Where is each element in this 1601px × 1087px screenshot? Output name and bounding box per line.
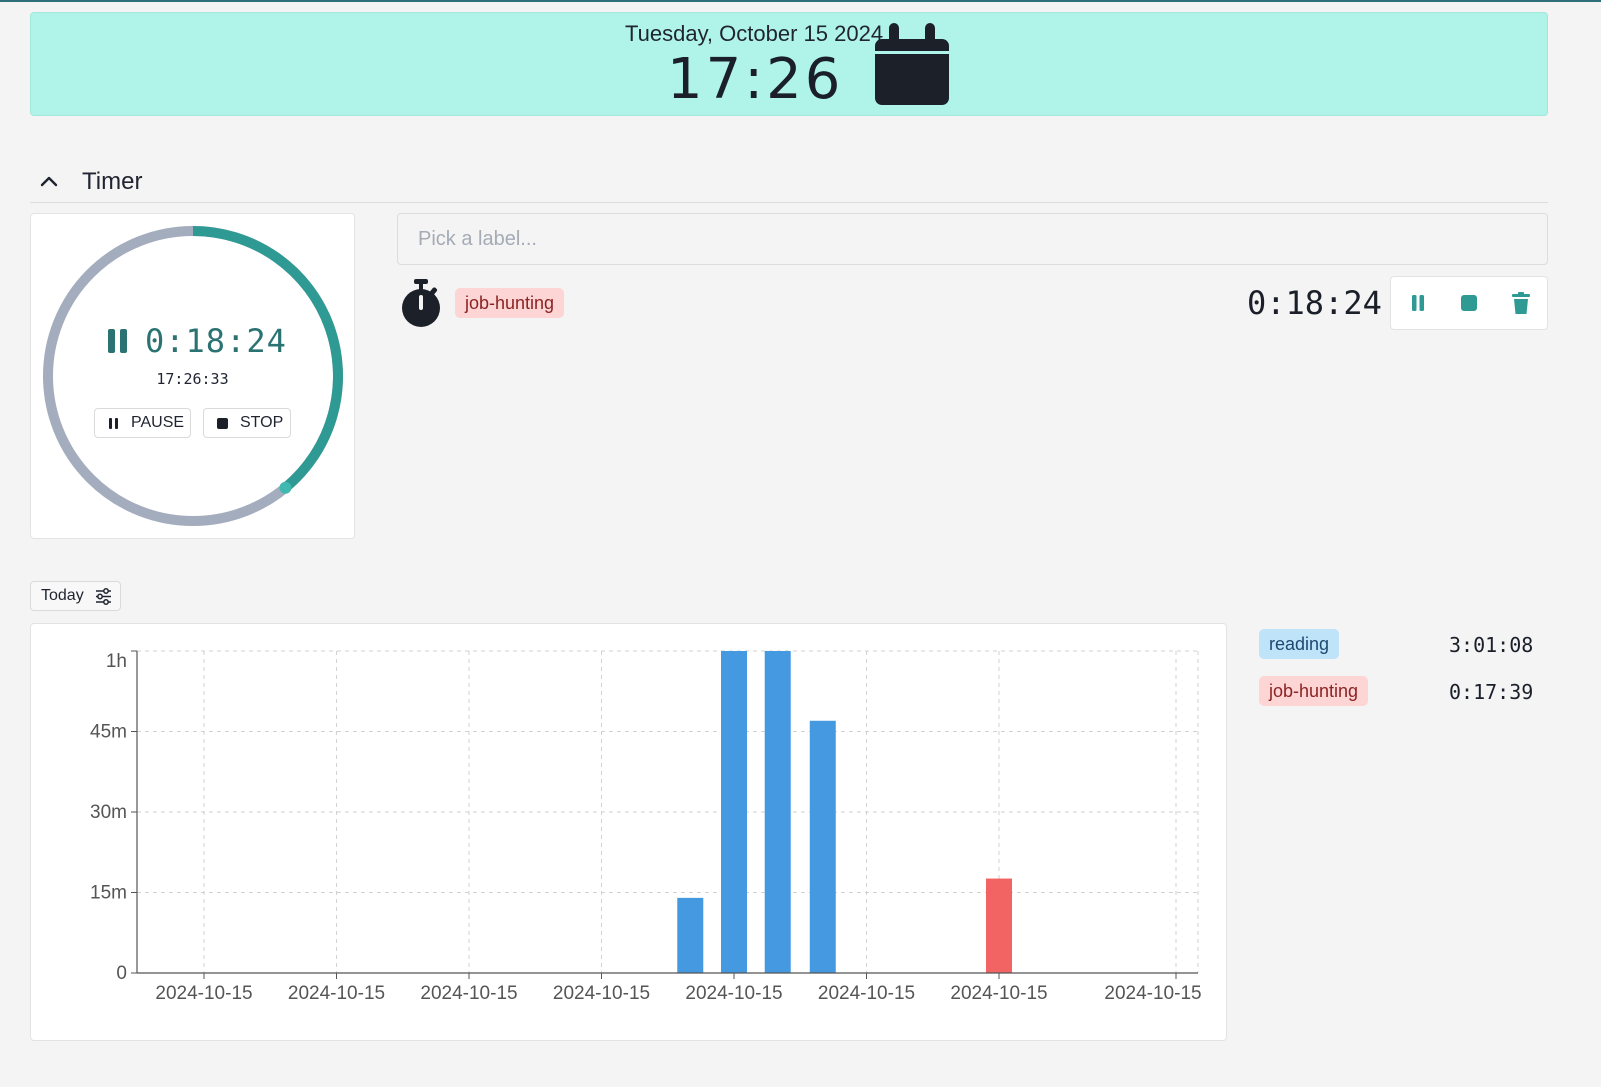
bar-reading-1[interactable] xyxy=(721,651,747,973)
total-value-reading: 3:01:08 xyxy=(1449,633,1534,657)
pause-button[interactable]: PAUSE xyxy=(94,408,191,438)
section-title: Timer xyxy=(82,168,143,195)
timer-card: 0:18:24 17:26:33 PAUSE STOP xyxy=(30,213,355,539)
y-tick-label: 30m xyxy=(90,802,127,823)
current-date: Tuesday, October 15 2024 xyxy=(625,21,884,46)
x-tick-label: 2024-10-15 xyxy=(818,983,915,1004)
x-tick-label: 2024-10-15 xyxy=(420,983,517,1004)
timer-clock: 17:26:33 xyxy=(156,370,229,388)
pause-icon xyxy=(109,418,118,429)
x-tick-label: 2024-10-15 xyxy=(155,983,252,1004)
timer-main-readout: 0:18:24 xyxy=(107,322,287,362)
current-time: 17:26 xyxy=(667,47,844,112)
top-border xyxy=(0,0,1601,2)
filter-label: Today xyxy=(41,587,84,604)
calendar-icon[interactable] xyxy=(875,21,951,107)
x-tick-label: 2024-10-15 xyxy=(553,983,650,1004)
bar-reading-0[interactable] xyxy=(677,897,704,973)
stopwatch-icon xyxy=(402,279,440,327)
x-tick-label: 2024-10-15 xyxy=(950,983,1047,1004)
bar-reading-2[interactable] xyxy=(764,651,791,973)
y-tick-label: 45m xyxy=(90,722,127,743)
trash-icon[interactable] xyxy=(1509,291,1533,315)
stop-icon xyxy=(217,418,228,429)
pause-icon[interactable] xyxy=(1406,291,1430,315)
total-tag-reading[interactable]: reading xyxy=(1259,629,1340,659)
bar-reading-3[interactable] xyxy=(809,720,836,973)
y-tick-label: 0 xyxy=(116,963,127,984)
time-bar-chart: 0 15m 30m 45m 1h 2024-10-15 2024-10-15 2024-10-… xyxy=(90,650,1202,1004)
pause-label: PAUSE xyxy=(131,414,185,431)
date-header: Tuesday, October 15 2024 17:26 xyxy=(30,12,1548,116)
active-entry-elapsed: 0:18:24 xyxy=(1247,284,1382,322)
total-value-job-hunting: 0:17:39 xyxy=(1449,680,1534,704)
pause-icon[interactable] xyxy=(107,328,129,354)
time-chart-card: 0 15m 30m 45m 1h 2024-10-15 2024-10-15 2024-10-… xyxy=(30,623,1227,1041)
timer-section-header: Timer xyxy=(30,160,1548,203)
active-entry-tag[interactable]: job-hunting xyxy=(455,288,565,318)
date-filter-button[interactable]: Today xyxy=(30,581,121,611)
stop-button[interactable]: STOP xyxy=(203,408,291,438)
x-tick-label: 2024-10-15 xyxy=(685,983,782,1004)
x-tick-label: 2024-10-15 xyxy=(288,983,385,1004)
timer-elapsed: 0:18:24 xyxy=(145,322,287,360)
y-tick-label: 15m xyxy=(90,883,127,904)
ring-progress-knob xyxy=(279,481,292,494)
total-tag-job-hunting[interactable]: job-hunting xyxy=(1259,676,1369,706)
x-tick-label: 2024-10-15 xyxy=(1104,983,1201,1004)
chevron-up-icon[interactable] xyxy=(38,170,60,192)
sliders-icon xyxy=(96,588,111,605)
stop-label: STOP xyxy=(240,414,284,431)
bar-job-hunting-4[interactable] xyxy=(986,878,1012,973)
entry-actions xyxy=(1390,276,1548,330)
label-picker-input[interactable] xyxy=(397,213,1548,265)
y-tick-label: 1h xyxy=(106,651,127,672)
stop-icon[interactable] xyxy=(1457,291,1481,315)
